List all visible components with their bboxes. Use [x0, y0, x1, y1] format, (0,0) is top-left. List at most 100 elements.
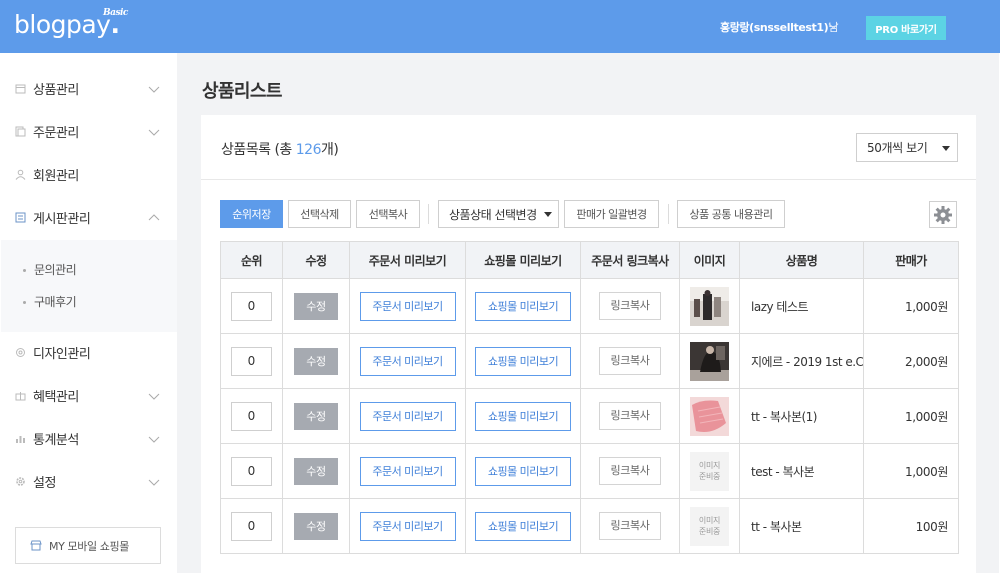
sidebar-item-stats[interactable]: 통계분석 [1, 417, 177, 460]
table-row: 0 수정 주문서 미리보기 쇼핑몰 미리보기 링크복사 이미지 준비중 tt -… [220, 498, 959, 554]
caret-down-icon [544, 212, 552, 217]
blogpay-logo[interactable]: blogpay. Basic [14, 8, 128, 39]
shop-preview-button[interactable]: 쇼핑몰 미리보기 [475, 511, 571, 541]
product-name[interactable]: lazy 테스트 [739, 278, 864, 334]
chevron-down-icon[interactable] [148, 126, 160, 138]
noimage-text: 준비중 [698, 472, 721, 481]
product-name[interactable]: test - 복사본 [739, 443, 864, 499]
gear-icon [16, 477, 25, 486]
sidebar-subitem-inquiry[interactable]: 문의관리 [23, 261, 77, 278]
shop-preview-button[interactable]: 쇼핑몰 미리보기 [475, 401, 571, 431]
my-mobile-shop-button[interactable]: MY 모바일 쇼핑몰 [15, 527, 161, 564]
user-name: 홍랑랑(snsselltest1) [720, 21, 829, 34]
rank-input[interactable]: 0 [231, 401, 272, 431]
bullet-icon [23, 269, 26, 272]
order-preview-button[interactable]: 주문서 미리보기 [359, 511, 456, 541]
common-content-button[interactable]: 상품 공통 내용관리 [677, 200, 785, 228]
sidebar-item-orders[interactable]: 주문관리 [1, 110, 177, 153]
shop-preview-button[interactable]: 쇼핑몰 미리보기 [475, 456, 571, 486]
copy-selected-button[interactable]: 선택복사 [356, 200, 420, 228]
logo-text: blogpay [14, 10, 111, 39]
product-name[interactable]: tt - 복사본 [739, 498, 864, 554]
chevron-up-icon[interactable] [148, 212, 160, 224]
header-image: 이미지 [679, 241, 740, 279]
rank-input[interactable]: 0 [231, 511, 272, 541]
edit-button[interactable]: 수정 [294, 347, 338, 375]
delete-selected-button[interactable]: 선택삭제 [288, 200, 351, 228]
chevron-down-icon[interactable] [828, 20, 839, 31]
sidebar-item-products[interactable]: 상품관리 [1, 67, 177, 110]
top-header: blogpay. Basic 홍랑랑(snsselltest1)님 PRO 바로… [0, 0, 1000, 53]
header-product-name: 상품명 [739, 241, 864, 279]
rank-input[interactable]: 0 [231, 456, 272, 486]
product-list-panel: 상품목록 (총 126개) 50개씩 보기 순위저장 선택삭제 선택복사 상품상… [201, 115, 976, 573]
product-table: 순위 수정 주문서 미리보기 쇼핑몰 미리보기 주문서 링크복사 이미지 상품명… [220, 241, 959, 554]
board-icon [15, 212, 26, 223]
edit-button[interactable]: 수정 [294, 402, 338, 430]
order-preview-button[interactable]: 주문서 미리보기 [359, 291, 456, 321]
rank-input[interactable]: 0 [231, 346, 272, 376]
table-row: 0 수정 주문서 미리보기 쇼핑몰 미리보기 링크복사 [220, 278, 959, 334]
subitem-label: 구매후기 [34, 295, 77, 309]
settings-button[interactable] [929, 201, 957, 228]
rank-input[interactable]: 0 [231, 291, 272, 321]
sidebar-item-label: 상품관리 [33, 83, 79, 98]
user-icon [15, 169, 26, 180]
product-name[interactable]: 지에르 - 2019 1st e.COAT [739, 333, 864, 389]
edit-button[interactable]: 수정 [294, 457, 338, 485]
product-thumbnail [690, 396, 729, 436]
link-copy-button[interactable]: 링크복사 [599, 402, 661, 430]
edit-button[interactable]: 수정 [294, 512, 338, 540]
caret-down-icon [942, 146, 950, 151]
main-content: 상품리스트 상품목록 (총 126개) 50개씩 보기 순위저장 선택삭제 선택… [177, 53, 999, 573]
gear-icon [934, 205, 952, 224]
product-thumbnail [690, 341, 729, 381]
table-row: 0 수정 주문서 미리보기 쇼핑몰 미리보기 링크복사 이미지 준비중 test… [220, 443, 959, 499]
order-preview-button[interactable]: 주문서 미리보기 [359, 401, 456, 431]
logo-badge: Basic [103, 8, 128, 18]
sidebar-item-benefits[interactable]: 혜택관리 [1, 374, 177, 417]
sidebar-item-settings[interactable]: 설정 [1, 460, 177, 503]
header-order-link-copy: 주문서 링크복사 [580, 241, 680, 279]
link-copy-button[interactable]: 링크복사 [599, 457, 661, 485]
bullet-icon [23, 301, 26, 304]
product-price: 1,000원 [863, 443, 959, 499]
price-bulk-change-button[interactable]: 판매가 일괄변경 [564, 200, 659, 228]
chevron-down-icon[interactable] [148, 390, 160, 402]
per-page-select[interactable]: 50개씩 보기 [856, 133, 958, 162]
chevron-down-icon[interactable] [148, 83, 160, 95]
edit-button[interactable]: 수정 [294, 292, 338, 320]
noimage-text: 이미지 [698, 461, 721, 470]
product-price: 2,000원 [863, 333, 959, 389]
shop-preview-button[interactable]: 쇼핑몰 미리보기 [475, 291, 571, 321]
gift-icon [15, 392, 26, 401]
status-change-select[interactable]: 상품상태 선택변경 [438, 200, 559, 228]
chevron-down-icon[interactable] [148, 476, 160, 488]
sidebar-item-design[interactable]: 디자인관리 [1, 331, 177, 374]
chevron-down-icon[interactable] [148, 433, 160, 445]
save-rank-button[interactable]: 순위저장 [220, 200, 283, 228]
panel-header: 상품목록 (총 126개) 50개씩 보기 [201, 115, 976, 180]
order-preview-button[interactable]: 주문서 미리보기 [359, 346, 456, 376]
pro-button[interactable]: PRO 바로가기 [866, 16, 946, 40]
sidebar-item-label: 디자인관리 [33, 347, 91, 362]
order-preview-button[interactable]: 주문서 미리보기 [359, 456, 456, 486]
user-menu[interactable]: 홍랑랑(snsselltest1)님 [720, 19, 838, 35]
sidebar-item-board[interactable]: 게시판관리 [1, 196, 177, 239]
sidebar-item-label: 게시판관리 [33, 212, 91, 227]
box-icon [15, 84, 26, 94]
link-copy-button[interactable]: 링크복사 [599, 347, 661, 375]
header-shop-preview: 쇼핑몰 미리보기 [465, 241, 581, 279]
sidebar-subitem-reviews[interactable]: 구매후기 [23, 293, 77, 310]
link-copy-button[interactable]: 링크복사 [599, 512, 661, 540]
product-name[interactable]: tt - 복사본(1) [739, 388, 864, 444]
noimage-text: 준비중 [698, 527, 721, 536]
sidebar-item-members[interactable]: 회원관리 [1, 153, 177, 196]
header-rank: 순위 [220, 241, 283, 279]
sidebar-item-label: 설정 [33, 476, 56, 491]
product-thumbnail [690, 286, 729, 326]
link-copy-button[interactable]: 링크복사 [599, 292, 661, 320]
shop-preview-button[interactable]: 쇼핑몰 미리보기 [475, 346, 571, 376]
per-page-value: 50개씩 보기 [867, 141, 928, 155]
toolbar-divider [668, 204, 669, 224]
